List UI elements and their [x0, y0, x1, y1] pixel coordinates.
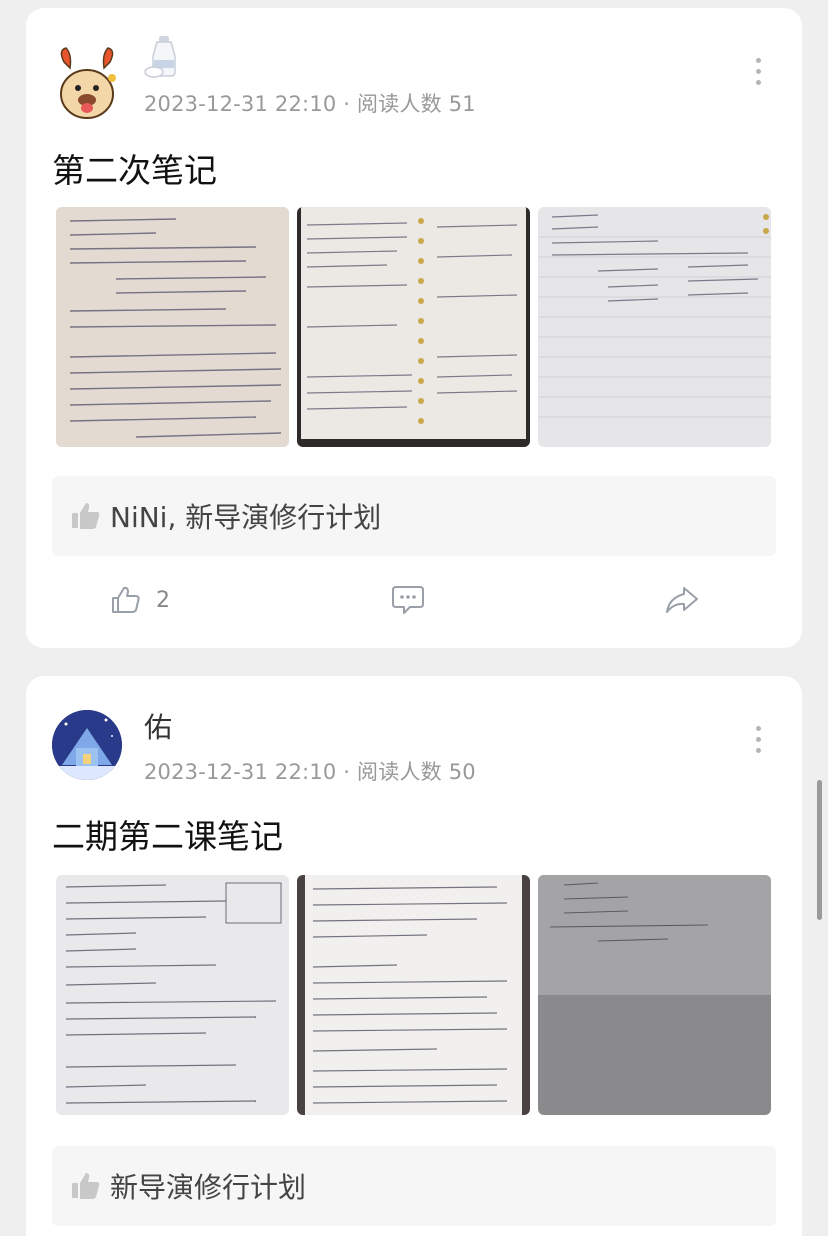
cartoon-dog-icon — [60, 47, 116, 119]
post-meta: 2023-12-31 22:10 · 阅读人数 50 — [144, 760, 476, 784]
scrollbar[interactable] — [817, 780, 822, 920]
more-options-button[interactable] — [754, 726, 762, 753]
sake-bottle-icon — [144, 34, 184, 78]
thumbs-up-filled-icon — [72, 1173, 100, 1199]
action-bar: 2 — [26, 576, 802, 626]
post-card: 佑 2023-12-31 22:10 · 阅读人数 50 二期第二课笔记 新导演… — [26, 676, 802, 1236]
post-title[interactable]: 第二次笔记 — [52, 144, 217, 192]
thumbs-up-filled-icon — [72, 503, 100, 529]
share-icon — [666, 587, 698, 613]
note-photo[interactable] — [56, 207, 289, 447]
note-photo[interactable] — [538, 207, 771, 447]
photo-grid — [56, 207, 771, 447]
comment-button[interactable] — [390, 584, 426, 616]
post-title[interactable]: 二期第二课笔记 — [52, 810, 283, 858]
snowy-cabin-icon — [52, 710, 122, 780]
more-dot-icon — [755, 69, 761, 74]
more-dot-icon — [755, 58, 761, 63]
thumbs-up-icon — [112, 586, 140, 613]
post-card: 2023-12-31 22:10 · 阅读人数 51 第二次笔记 NiNi, 新… — [26, 8, 802, 648]
more-dot-icon — [755, 748, 761, 753]
likers-box[interactable]: NiNi, 新导演修行计划 — [52, 476, 776, 556]
like-count: 2 — [156, 587, 170, 613]
author-avatar[interactable] — [52, 710, 122, 780]
note-photo[interactable] — [297, 875, 530, 1115]
more-dot-icon — [755, 80, 761, 85]
likers-box[interactable]: 新导演修行计划 — [52, 1146, 776, 1226]
comment-icon — [392, 586, 424, 614]
author-name[interactable]: 佑 — [144, 706, 172, 746]
more-options-button[interactable] — [754, 58, 762, 85]
author-avatar[interactable] — [52, 42, 122, 122]
share-button[interactable] — [664, 584, 700, 616]
more-dot-icon — [755, 726, 761, 731]
note-photo[interactable] — [538, 875, 771, 1115]
photo-grid — [56, 875, 771, 1115]
like-button[interactable]: 2 — [110, 584, 170, 616]
likers-text: 新导演修行计划 — [110, 1171, 307, 1204]
more-dot-icon — [755, 737, 761, 742]
note-photo[interactable] — [56, 875, 289, 1115]
note-photo[interactable] — [297, 207, 530, 447]
likers-text: NiNi, 新导演修行计划 — [110, 501, 382, 534]
post-meta: 2023-12-31 22:10 · 阅读人数 51 — [144, 92, 476, 116]
